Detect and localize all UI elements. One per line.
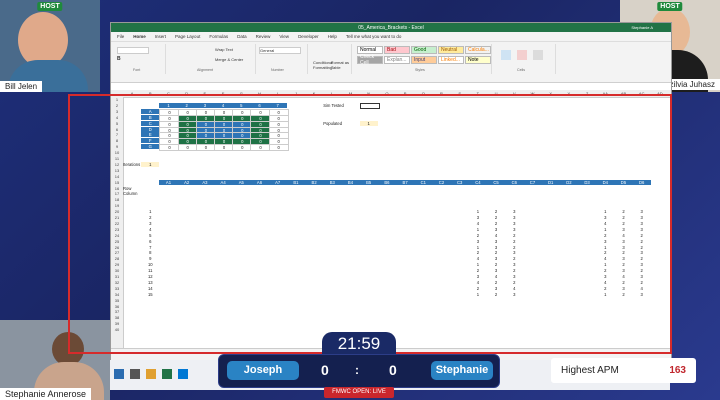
- ribbon-tab[interactable]: Tell me what you want to do: [346, 34, 402, 39]
- ribbon: B Font Wrap Text Merge & Center Alignmen…: [111, 42, 671, 83]
- cell-style-8[interactable]: Linked...: [438, 56, 464, 64]
- cell-style-3[interactable]: Neutral: [438, 46, 464, 54]
- ribbon-tab[interactable]: Insert: [155, 34, 166, 39]
- excel-taskbar-icon[interactable]: [162, 369, 172, 379]
- cell-style-4[interactable]: Calcula...: [465, 46, 491, 54]
- player-right-name: Stephanie: [431, 361, 493, 380]
- start-icon[interactable]: [114, 369, 124, 379]
- merge-center-button[interactable]: Merge & Center: [215, 57, 243, 62]
- cell-style-5[interactable]: Check Cell: [357, 54, 383, 66]
- webcam-name: Bill Jelen: [0, 81, 43, 92]
- search-icon[interactable]: [130, 369, 140, 379]
- format-as-table-button[interactable]: Format as Table: [331, 60, 349, 70]
- insert-cells-icon[interactable]: [501, 50, 511, 60]
- group-label: Number: [271, 68, 284, 72]
- ribbon-tab[interactable]: Page Layout: [175, 34, 200, 39]
- group-label: Styles: [415, 68, 425, 72]
- cell-style-6[interactable]: Explan...: [384, 56, 410, 64]
- cell-styles-group: Styles Normal Bad Good Neutral Calcula... Che…: [355, 44, 492, 74]
- file-explorer-icon[interactable]: [146, 369, 156, 379]
- match-timer: 21:59: [322, 332, 396, 356]
- group-label: Alignment: [197, 68, 213, 72]
- player-left-score: 0: [321, 362, 329, 378]
- cell-style-2[interactable]: Good: [411, 46, 437, 54]
- alignment-group: Wrap Text Merge & Center Alignment: [167, 44, 256, 74]
- signed-in-user[interactable]: Stephanie A: [631, 25, 653, 30]
- ribbon-tab[interactable]: Help: [328, 34, 337, 39]
- apm-value: 163: [669, 365, 686, 376]
- font-group: B Font: [115, 44, 166, 74]
- player-left-name: Joseph: [227, 361, 299, 380]
- wrap-text-button[interactable]: Wrap Text: [215, 47, 233, 52]
- cells-group: Cells: [495, 44, 556, 74]
- live-badge: FMWC OPEN: LIVE: [324, 387, 394, 398]
- ribbon-tab[interactable]: Data: [237, 34, 247, 39]
- ribbon-tab[interactable]: Home: [133, 34, 146, 39]
- format-cells-icon[interactable]: [533, 50, 543, 60]
- table-format-group: Conditional Formatting Format as Table: [311, 44, 352, 74]
- ribbon-tab[interactable]: File: [117, 34, 124, 39]
- score-separator: :: [355, 363, 359, 377]
- cell-style-9[interactable]: Note: [465, 56, 491, 64]
- cell-style-7[interactable]: Input: [411, 56, 437, 64]
- ribbon-tab[interactable]: View: [279, 34, 289, 39]
- cell-style-1[interactable]: Bad: [384, 46, 410, 54]
- webcam-bill: HOST Bill Jelen: [0, 0, 100, 92]
- cell-style-0[interactable]: Normal: [357, 46, 383, 54]
- number-group: General Number: [257, 44, 308, 74]
- ribbon-tab[interactable]: Developer: [298, 34, 319, 39]
- host-badge: HOST: [657, 2, 683, 11]
- ribbon-tab[interactable]: Formulas: [209, 34, 228, 39]
- player-right-score: 0: [389, 362, 397, 378]
- font-name-box[interactable]: [117, 47, 149, 54]
- bold-button[interactable]: B: [117, 56, 121, 62]
- webcam-name: Stephanie Annerose: [0, 388, 92, 400]
- scoreboard: Joseph 0 : 0 Stephanie: [218, 354, 500, 388]
- group-label: Cells: [517, 68, 525, 72]
- group-label: Font: [133, 68, 141, 72]
- conditional-formatting-button[interactable]: Conditional Formatting: [313, 60, 333, 70]
- apm-panel: Highest APM 163: [551, 358, 696, 383]
- ribbon-tab[interactable]: Review: [256, 34, 271, 39]
- host-badge: HOST: [37, 2, 63, 11]
- competitor-screen-highlight: [68, 94, 672, 354]
- workbook-title: 05_America_Brackets - Excel: [358, 24, 424, 31]
- number-format-select[interactable]: General: [259, 47, 301, 54]
- apm-label: Highest APM: [561, 365, 619, 376]
- delete-cells-icon[interactable]: [517, 50, 527, 60]
- excel-titlebar: 05_America_Brackets - Excel Stephanie A: [111, 23, 671, 32]
- browser-icon[interactable]: [178, 369, 188, 379]
- ribbon-tabs: File Home Insert Page Layout Formulas Data Rev…: [111, 32, 671, 42]
